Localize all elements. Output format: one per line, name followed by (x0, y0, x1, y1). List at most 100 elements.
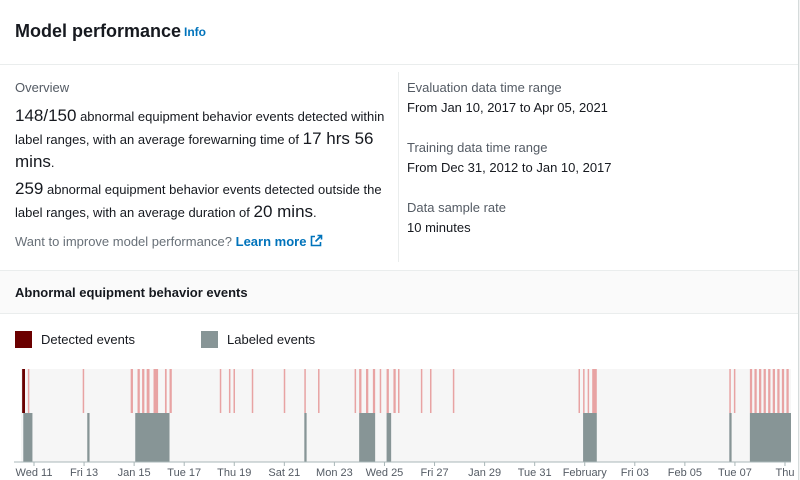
detected-event-bar[interactable] (781, 369, 785, 413)
average-duration-value: 20 mins (253, 202, 314, 221)
x-tick-label: Tue 31 (518, 467, 552, 479)
eval-range-value: From Jan 10, 2017 to Apr 05, 2021 (407, 100, 608, 115)
detected-event-bar[interactable] (578, 369, 581, 413)
detected-event-bar[interactable] (283, 369, 286, 413)
legend-detected[interactable]: Detected events (15, 330, 135, 348)
detected-event-bar[interactable] (587, 369, 590, 413)
train-range-label: Training data time range (407, 140, 548, 155)
detected-event-bar[interactable] (228, 369, 231, 413)
detected-event-bar[interactable] (304, 369, 306, 413)
detected-event-bar[interactable] (354, 369, 357, 413)
learn-more-label: Learn more (235, 234, 307, 249)
detected-event-bar[interactable] (749, 369, 753, 413)
detected-event-bar[interactable] (130, 369, 133, 413)
detected-swatch (15, 330, 32, 348)
stat1-period: . (50, 155, 55, 170)
detected-event-bar[interactable] (398, 369, 400, 413)
detected-event-bar[interactable] (452, 369, 455, 413)
x-tick-label: Fri 27 (420, 467, 448, 479)
detected-within-labels-stat: 148/150 abnormal equipment behavior even… (15, 105, 385, 174)
panel-header: Model performance Info (0, 0, 798, 65)
model-performance-panel: Model performance Info Overview 148/150 … (0, 0, 799, 480)
labeled-event-bar[interactable] (135, 413, 170, 462)
labeled-event-bar[interactable] (359, 413, 376, 462)
detected-event-bar[interactable] (318, 369, 320, 413)
detected-event-bar[interactable] (592, 369, 597, 413)
x-tick-label: Jan 29 (468, 467, 501, 479)
detected-event-bar[interactable] (763, 369, 766, 413)
x-tick-label: Wed 25 (366, 467, 404, 479)
column-divider (398, 72, 399, 262)
detected-event-bar[interactable] (754, 369, 757, 413)
detected-event-bar[interactable] (786, 369, 789, 413)
labeled-event-bar[interactable] (749, 413, 791, 462)
x-tick-label: Thu 19 (217, 467, 251, 479)
detected-event-bar[interactable] (393, 369, 396, 413)
labeled-event-bar[interactable] (304, 413, 307, 462)
detected-event-bar[interactable] (729, 369, 731, 413)
train-range-value: From Dec 31, 2012 to Jan 10, 2017 (407, 160, 612, 175)
x-tick-label: Fri 03 (621, 467, 649, 479)
detected-event-bar[interactable] (583, 369, 585, 413)
detected-event-bar[interactable] (164, 369, 167, 413)
detected-event-bar[interactable] (379, 369, 382, 413)
detected-event-bar[interactable] (759, 369, 762, 413)
detected-event-bar[interactable] (366, 369, 369, 413)
detected-outside-text: abnormal equipment behavior events detec… (15, 182, 382, 220)
detected-event-bar[interactable] (169, 369, 172, 413)
detected-event-bar[interactable] (733, 369, 736, 413)
labeled-event-bar[interactable] (729, 413, 732, 462)
detected-event-bar[interactable] (386, 369, 389, 413)
x-tick-label: Jan 15 (118, 467, 151, 479)
detected-event-bar[interactable] (82, 369, 85, 413)
x-tick-label: Thu (776, 467, 795, 479)
events-section-title: Abnormal equipment behavior events (15, 285, 248, 300)
labeled-event-bar[interactable] (386, 413, 392, 462)
detected-event-bar[interactable] (137, 369, 140, 413)
detected-event-bar[interactable] (777, 369, 780, 413)
x-axis-ticks: Wed 11 Fri 13 Jan 15 Tue 17 Thu 19 Sat 21 Mon … (16, 462, 795, 479)
detected-event-bar[interactable] (146, 369, 150, 413)
labeled-event-bar[interactable] (583, 413, 597, 462)
detected-event-bar[interactable] (359, 369, 362, 413)
detected-event-bar[interactable] (22, 369, 25, 413)
detected-within-count: 148/150 (15, 106, 77, 125)
eval-range-label: Evaluation data time range (407, 80, 562, 95)
legend-detected-label: Detected events (41, 331, 135, 347)
labeled-swatch (201, 330, 218, 348)
x-tick-label: Tue 17 (167, 467, 201, 479)
stat2-period: . (313, 205, 317, 220)
detected-event-bar[interactable] (142, 369, 145, 413)
sample-rate-value: 10 minutes (407, 220, 471, 235)
detected-event-bar[interactable] (219, 369, 222, 413)
detected-event-bar[interactable] (153, 369, 159, 413)
panel-title: Model performance (15, 21, 182, 41)
events-timeline-chart[interactable]: Wed 11 Fri 13 Jan 15 Tue 17 Thu 19 Sat 21 Mon … (0, 360, 798, 480)
detected-event-bar[interactable] (233, 369, 235, 413)
improve-performance-text: Want to improve model performance? Learn… (15, 234, 323, 249)
detected-event-bar[interactable] (27, 369, 30, 413)
detected-event-bar[interactable] (372, 369, 376, 413)
improve-prompt: Want to improve model performance? (15, 234, 236, 249)
legend-labeled[interactable]: Labeled events (201, 330, 315, 348)
detected-outside-labels-stat: 259 abnormal equipment behavior events d… (15, 178, 385, 224)
sample-rate-label: Data sample rate (407, 200, 506, 215)
x-tick-label: Tue 07 (718, 467, 752, 479)
learn-more-link[interactable]: Learn more (236, 234, 324, 249)
x-tick-label: Fri 13 (70, 467, 98, 479)
detected-event-bar[interactable] (768, 369, 771, 413)
detected-outside-count: 259 (15, 179, 44, 198)
detected-event-bar[interactable] (251, 369, 254, 413)
info-link[interactable]: Info (184, 25, 206, 39)
x-tick-label: Wed 11 (16, 467, 53, 479)
detected-event-bar[interactable] (420, 369, 423, 413)
detected-event-bar[interactable] (429, 369, 432, 413)
x-tick-label: Sat 21 (268, 467, 300, 479)
x-tick-label: Feb 05 (668, 467, 702, 479)
x-tick-label: February (563, 467, 608, 479)
x-tick-label: Mon 23 (316, 467, 353, 479)
labeled-event-bar[interactable] (23, 413, 33, 462)
legend-labeled-label: Labeled events (227, 331, 316, 347)
labeled-event-bar[interactable] (87, 413, 90, 462)
detected-event-bar[interactable] (772, 369, 776, 413)
